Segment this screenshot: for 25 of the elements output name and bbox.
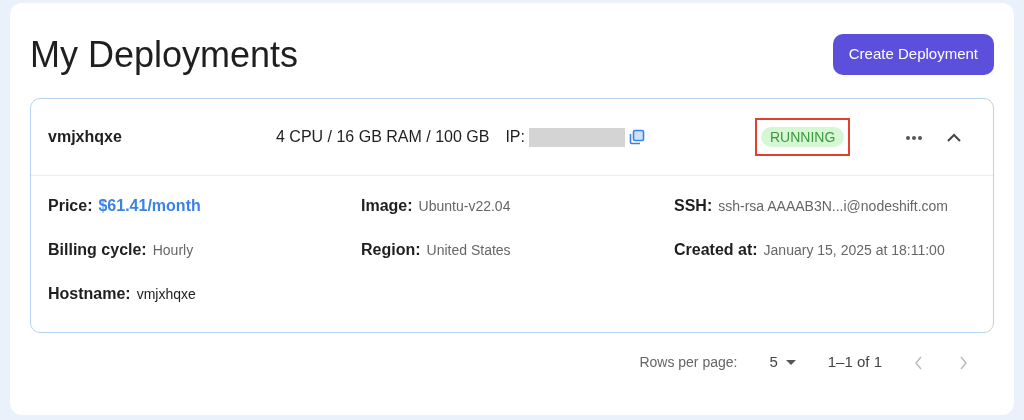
detail-label: Hostname:: [48, 284, 131, 305]
detail-value: United States: [426, 241, 511, 261]
dropdown-caret-icon: [785, 359, 796, 365]
detail-value: ssh-rsa AAAAB3N...i@nodeshift.com: [718, 197, 948, 217]
page-title: My Deployments: [30, 33, 299, 77]
rows-per-page-select[interactable]: 5: [763, 351, 802, 374]
detail-label: Price:: [48, 196, 93, 217]
detail-label: Region:: [361, 240, 421, 261]
specs-text: 4 CPU / 16 GB RAM / 100 GB: [276, 127, 490, 148]
page-range: 1–1 of 1: [827, 352, 882, 373]
detail-label: Billing cycle:: [48, 240, 147, 261]
status-badge: RUNNING: [761, 127, 845, 148]
copy-icon[interactable]: [629, 129, 645, 146]
detail-value: January 15, 2025 at 18:11:00: [763, 241, 945, 261]
price-link[interactable]: $61.41/month: [98, 194, 201, 219]
detail-value: Hourly: [152, 241, 194, 261]
detail-value: Ubuntu-v22.04: [418, 197, 511, 217]
detail-value: vmjxhqxe: [136, 285, 196, 305]
detail-label: SSH:: [674, 196, 713, 217]
detail-label: Image:: [361, 196, 413, 217]
detail-label: Created at:: [674, 240, 758, 261]
create-deployment-button[interactable]: Create Deployment: [832, 34, 994, 75]
rows-per-page-label: Rows per page:: [639, 352, 738, 372]
deployment-name: vmjxhqxe: [48, 127, 123, 148]
ip-label: IP:: [505, 127, 525, 148]
